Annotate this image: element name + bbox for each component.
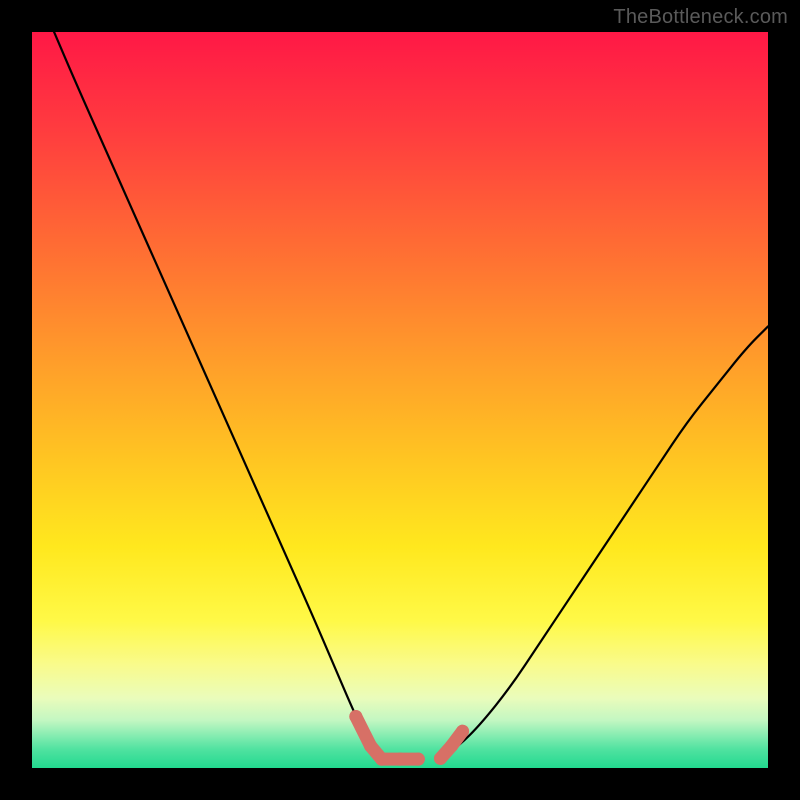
chart-frame: TheBottleneck.com — [0, 0, 800, 800]
bottleneck-markers-right-dot — [445, 739, 458, 752]
curves-layer — [32, 32, 768, 768]
bottleneck-markers-left-dot — [364, 739, 377, 752]
right-curve — [437, 326, 768, 760]
bottleneck-markers-left-dot — [375, 753, 388, 766]
bottleneck-markers-right-dot — [434, 752, 447, 765]
bottleneck-markers-right-dot — [456, 725, 469, 738]
watermark-text: TheBottleneck.com — [613, 6, 788, 29]
plot-area — [32, 32, 768, 768]
bottleneck-markers-left-dot — [349, 710, 362, 723]
bottleneck-markers-left-dot — [412, 753, 425, 766]
left-curve — [54, 32, 385, 761]
bottleneck-markers-left-dot — [394, 753, 407, 766]
